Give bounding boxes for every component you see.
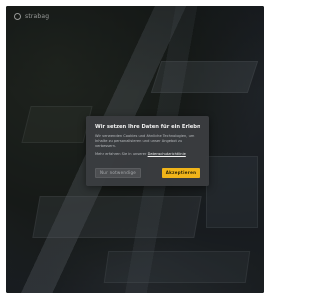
consent-title: Wir setzen Ihre Daten für ein Erlebnis	[95, 124, 200, 130]
site-logo[interactable]: strabag	[14, 13, 49, 20]
cookie-consent-dialog: Wir setzen Ihre Daten für ein Erlebnis W…	[86, 116, 209, 186]
decline-button[interactable]: Nur notwendige	[95, 168, 141, 178]
logo-icon	[14, 13, 21, 20]
consent-actions: Nur notwendige Akzeptieren	[95, 168, 200, 178]
consent-link-row: Mehr erfahren Sie in unserer Datenschutz…	[95, 152, 200, 156]
privacy-policy-link[interactable]: Datenschutzrichtlinie	[148, 152, 186, 156]
logo-text: strabag	[25, 13, 50, 20]
page-frame: strabag Wir setzen Ihre Daten für ein Er…	[6, 6, 264, 293]
consent-description: Wir verwenden Cookies und ähnliche Techn…	[95, 134, 195, 148]
consent-link-prefix: Mehr erfahren Sie in unserer	[95, 151, 147, 156]
accept-button[interactable]: Akzeptieren	[162, 168, 200, 178]
